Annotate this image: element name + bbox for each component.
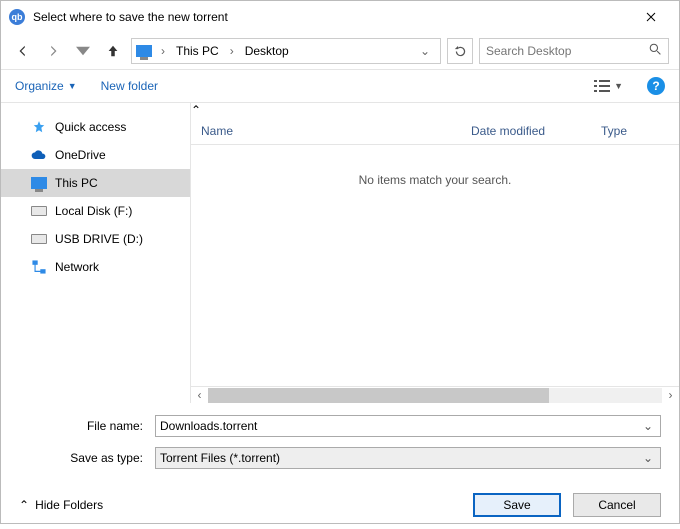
column-type[interactable]: Type (591, 124, 637, 138)
column-name[interactable]: Name (191, 124, 461, 138)
nav-tree: Quick access OneDrive This PC Local Disk… (1, 103, 191, 403)
disk-icon (31, 206, 47, 216)
chevron-down-icon[interactable]: ⌄ (640, 419, 656, 433)
pc-icon (136, 45, 152, 57)
search-icon[interactable] (649, 43, 662, 59)
save-dialog: qb Select where to save the new torrent … (0, 0, 680, 524)
new-folder-button[interactable]: New folder (101, 79, 158, 93)
scroll-right-button[interactable]: › (662, 388, 679, 403)
file-list: ⌃ Name Date modified Type No items match… (191, 103, 679, 403)
forward-button[interactable] (41, 39, 65, 63)
tree-item-network[interactable]: Network (1, 253, 190, 281)
cloud-icon (31, 147, 47, 163)
star-icon (31, 119, 47, 135)
organize-menu[interactable]: Organize ▼ (15, 79, 77, 93)
search-input[interactable] (486, 44, 649, 58)
nav-row: › This PC › Desktop ⌄ (1, 33, 679, 69)
scroll-left-button[interactable]: ‹ (191, 388, 208, 403)
horizontal-scrollbar[interactable]: ‹ › (191, 386, 679, 403)
app-icon: qb (9, 9, 25, 25)
filename-label: File name: (19, 419, 149, 433)
tree-item-local-disk[interactable]: Local Disk (F:) (1, 197, 190, 225)
hide-folders-toggle[interactable]: ⌃ Hide Folders (19, 498, 103, 512)
recent-dropdown[interactable] (71, 39, 95, 63)
filename-input[interactable]: Downloads.torrent ⌄ (155, 415, 661, 437)
chevron-down-icon[interactable]: ⌄ (640, 451, 656, 465)
titlebar: qb Select where to save the new torrent (1, 1, 679, 33)
chevron-down-icon: ▼ (68, 81, 77, 91)
column-date[interactable]: Date modified (461, 124, 591, 138)
breadcrumb-leaf[interactable]: Desktop (243, 44, 291, 58)
filetype-select[interactable]: Torrent Files (*.torrent) ⌄ (155, 447, 661, 469)
chevron-down-icon: ▼ (614, 81, 623, 91)
up-button[interactable] (101, 39, 125, 63)
empty-message: No items match your search. (191, 145, 679, 386)
tree-item-quick-access[interactable]: Quick access (1, 113, 190, 141)
filetype-label: Save as type: (19, 451, 149, 465)
close-button[interactable] (631, 3, 671, 31)
disk-icon (31, 234, 47, 244)
column-headers: Name Date modified Type (191, 117, 679, 145)
pc-icon (31, 177, 47, 189)
tree-item-usb-drive[interactable]: USB DRIVE (D:) (1, 225, 190, 253)
view-mode-menu[interactable]: ▼ (594, 80, 623, 92)
fields: File name: Downloads.torrent ⌄ Save as t… (1, 403, 679, 481)
bottom-bar: ⌃ Hide Folders Save Cancel (1, 481, 679, 529)
tree-item-this-pc[interactable]: This PC (1, 169, 190, 197)
sort-indicator-icon: ⌃ (191, 103, 679, 117)
back-button[interactable] (11, 39, 35, 63)
chevron-right-icon[interactable]: › (227, 44, 237, 58)
save-button[interactable]: Save (473, 493, 561, 517)
toolbar: Organize ▼ New folder ▼ ? (1, 69, 679, 103)
breadcrumb-root[interactable]: This PC (174, 44, 221, 58)
search-box[interactable] (479, 38, 669, 64)
help-button[interactable]: ? (647, 77, 665, 95)
network-icon (31, 259, 47, 275)
cancel-button[interactable]: Cancel (573, 493, 661, 517)
address-dropdown[interactable]: ⌄ (414, 44, 436, 58)
chevron-right-icon[interactable]: › (158, 44, 168, 58)
chevron-up-icon: ⌃ (19, 498, 29, 512)
address-bar[interactable]: › This PC › Desktop ⌄ (131, 38, 441, 64)
scroll-thumb[interactable] (208, 388, 549, 403)
tree-item-onedrive[interactable]: OneDrive (1, 141, 190, 169)
refresh-button[interactable] (447, 38, 473, 64)
window-title: Select where to save the new torrent (33, 10, 631, 24)
